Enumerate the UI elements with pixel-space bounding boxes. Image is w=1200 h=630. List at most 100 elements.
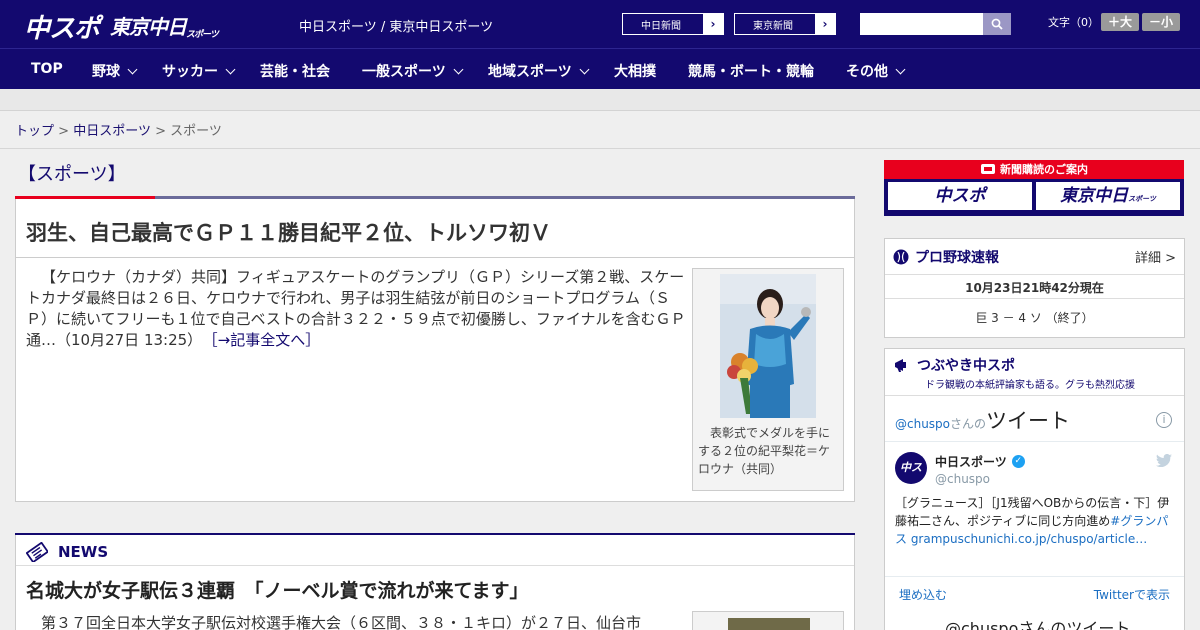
header-bar: 中スポ 東京中日スポーツ 中日スポーツ / 東京中日スポーツ 中日新聞 › 東京新…: [0, 0, 1200, 48]
tokyo-chunichi-logo[interactable]: 東京中日スポーツ: [110, 11, 219, 40]
breadcrumb-top[interactable]: トップ: [15, 124, 54, 139]
divider: [885, 395, 1184, 396]
breadcrumb-chunichi-sports[interactable]: 中日スポーツ: [73, 124, 151, 139]
chevron-down-icon: [225, 64, 236, 74]
bird-icon: [1156, 453, 1172, 468]
tokyo-brand-sub: スポーツ: [1128, 195, 1156, 203]
tokyo-brand: 東京中日: [1060, 186, 1129, 206]
article-body: 【ケロウナ（カナダ）共同】フィギュアスケートのグランプリ（ＧＰ）シリーズ第２戦、…: [26, 267, 686, 351]
baseball-header: プロ野球速報: [893, 247, 999, 267]
article-photo[interactable]: [720, 274, 816, 418]
news-photo-image: [728, 618, 810, 630]
article-top-bar: [15, 196, 855, 199]
chuspo-subscribe-button[interactable]: 中スポ: [888, 182, 1032, 210]
subscription-banner[interactable]: 新聞購読のご案内 中スポ 東京中日スポーツ: [884, 160, 1184, 216]
tokyo-logo-text: 東京中日: [110, 15, 187, 39]
baseball-timestamp: 10月23日21時42分現在: [965, 281, 1104, 295]
article-card: 羽生、自己最高でＧＰ１１勝目紀平２位、トルソワ初Ｖ 【ケロウナ（カナダ）共同】フ…: [15, 196, 855, 502]
news-header: NEWS: [26, 542, 108, 562]
nav-label: 野球: [92, 64, 120, 80]
divider: [16, 565, 854, 566]
view-on-twitter-link[interactable]: Twitterで表示: [1094, 586, 1170, 603]
tokyo-shimbun-link[interactable]: 東京新聞 ›: [734, 13, 836, 35]
article-title[interactable]: 羽生、自己最高でＧＰ１１勝目紀平２位、トルソワ初Ｖ: [26, 217, 551, 247]
info-icon[interactable]: i: [1156, 412, 1172, 428]
chunichi-shimbun-label: 中日新聞: [641, 20, 681, 32]
divider: [885, 441, 1184, 442]
news-photo[interactable]: [692, 611, 844, 630]
tweets-handle[interactable]: @chuspo: [895, 417, 950, 431]
tokyo-shimbun-label: 東京新聞: [753, 20, 793, 32]
news-title[interactable]: 名城大が女子駅伝３連覇 「ノーベル賞で流れが来てます」: [26, 576, 529, 603]
font-increase-button[interactable]: ＋大: [1101, 13, 1139, 31]
nav-label: 一般スポーツ: [362, 64, 446, 80]
baseball-icon: [893, 249, 909, 265]
nav-item-entertainment[interactable]: 芸能・社会: [260, 61, 330, 81]
nav-item-other[interactable]: その他: [846, 61, 906, 81]
divider: [0, 148, 1200, 149]
sub-band: [0, 89, 1200, 111]
twitter-box: つぶやき中スポ ドラ観戦の本紙評論家も語る。グラも熱烈応援 @chuspoさんの…: [884, 348, 1185, 630]
news-card: NEWS 名城大が女子駅伝３連覇 「ノーベル賞で流れが来てます」 第３７回全日本…: [15, 533, 855, 630]
article-body-text: 【ケロウナ（カナダ）共同】フィギュアスケートのグランプリ（ＧＰ）シリーズ第２戦、…: [26, 268, 686, 349]
baseball-score[interactable]: 巨 3 － 4 ソ （終了）: [885, 309, 1184, 326]
baseball-detail-link[interactable]: 詳細 >: [1135, 247, 1176, 266]
news-top-bar: [15, 533, 855, 535]
nav-item-baseball[interactable]: 野球: [92, 61, 138, 81]
news-body: 第３７回全日本大学女子駅伝対校選手権大会（６区間、３８・１キロ）が２７日、仙台市: [41, 614, 642, 630]
avatar[interactable]: 中スポ: [895, 452, 927, 506]
chevron-down-icon: [579, 64, 590, 74]
megaphone-icon: [895, 359, 906, 372]
more-tweets-link[interactable]: @chuspoさんのツイート: [945, 615, 1130, 630]
divider: [885, 576, 1184, 577]
read-more-link[interactable]: ［→記事全文へ］: [210, 331, 320, 349]
subscription-text: 新聞購読のご案内: [1000, 163, 1088, 176]
search-icon: [991, 18, 1003, 30]
photo-caption: 表彰式でメダルを手にする２位の紀平梨花＝ケロウナ（共同）: [698, 426, 831, 476]
tokyo-logo-sub: スポーツ: [186, 30, 219, 40]
account-name[interactable]: 中日スポーツ ✓: [935, 453, 1025, 470]
embed-link[interactable]: 埋め込む: [899, 586, 947, 603]
skater-photo-icon: [720, 274, 816, 418]
tokyo-chunichi-subscribe-button[interactable]: 東京中日スポーツ: [1036, 182, 1180, 210]
font-size-label: 文字（0）: [1048, 16, 1099, 29]
chuspo-logo[interactable]: 中スポ: [24, 8, 100, 45]
arrow-right-icon: ›: [815, 14, 835, 34]
breadcrumb-separator: >: [58, 124, 70, 139]
nav-label: 大相撲: [614, 64, 656, 80]
nav-label: その他: [846, 64, 888, 80]
chevron-down-icon: [453, 64, 464, 74]
nav-label: 地域スポーツ: [488, 64, 572, 80]
nav-item-sumo[interactable]: 大相撲: [614, 61, 656, 81]
nav-item-racing[interactable]: 競馬・ボート・競輪: [688, 61, 814, 81]
arrow-right-icon: ›: [703, 14, 723, 34]
nav-item-top[interactable]: TOP: [31, 61, 63, 77]
news-label: NEWS: [58, 543, 109, 561]
nav-label: TOP: [31, 61, 63, 77]
nav-item-general-sports[interactable]: 一般スポーツ: [362, 61, 464, 81]
ticket-icon: [981, 164, 995, 174]
font-decrease-button[interactable]: －小: [1142, 13, 1180, 31]
tweet-text: ［グラニュース］［J1残留へOBからの伝言・下］伊藤祐二さん、ポジティブに同じ方…: [895, 494, 1175, 548]
subscription-label: 新聞購読のご案内: [884, 161, 1184, 179]
account-name-text: 中日スポーツ: [935, 455, 1007, 469]
nav-label: サッカー: [162, 64, 218, 80]
divider: [16, 257, 854, 258]
search-button[interactable]: [983, 13, 1011, 35]
article-photo-box: 表彰式でメダルを手にする２位の紀平梨花＝ケロウナ（共同）: [692, 268, 844, 491]
search-input[interactable]: [860, 13, 983, 35]
twitter-bird-icon[interactable]: [1156, 453, 1172, 471]
divider: [885, 274, 1184, 275]
nav-label: 芸能・社会: [260, 64, 330, 80]
account-handle[interactable]: @chuspo: [935, 472, 990, 486]
baseball-score-box: プロ野球速報 詳細 > 10月23日21時42分現在 巨 3 － 4 ソ （終了…: [884, 238, 1185, 338]
chunichi-shimbun-link[interactable]: 中日新聞 ›: [622, 13, 724, 35]
verified-badge-icon: ✓: [1011, 455, 1025, 468]
nav-item-soccer[interactable]: サッカー: [162, 61, 236, 81]
nav-item-local-sports[interactable]: 地域スポーツ: [488, 61, 590, 81]
nav-label: 競馬・ボート・競輪: [688, 64, 814, 80]
chevron-down-icon: [127, 64, 138, 74]
main-nav: TOP 野球 サッカー 芸能・社会 一般スポーツ 地域スポーツ 大相撲 競馬・ボ…: [0, 48, 1200, 89]
tweets-handle-suffix: さんの: [950, 417, 987, 431]
twitter-title: つぶやき中スポ: [917, 358, 1015, 374]
